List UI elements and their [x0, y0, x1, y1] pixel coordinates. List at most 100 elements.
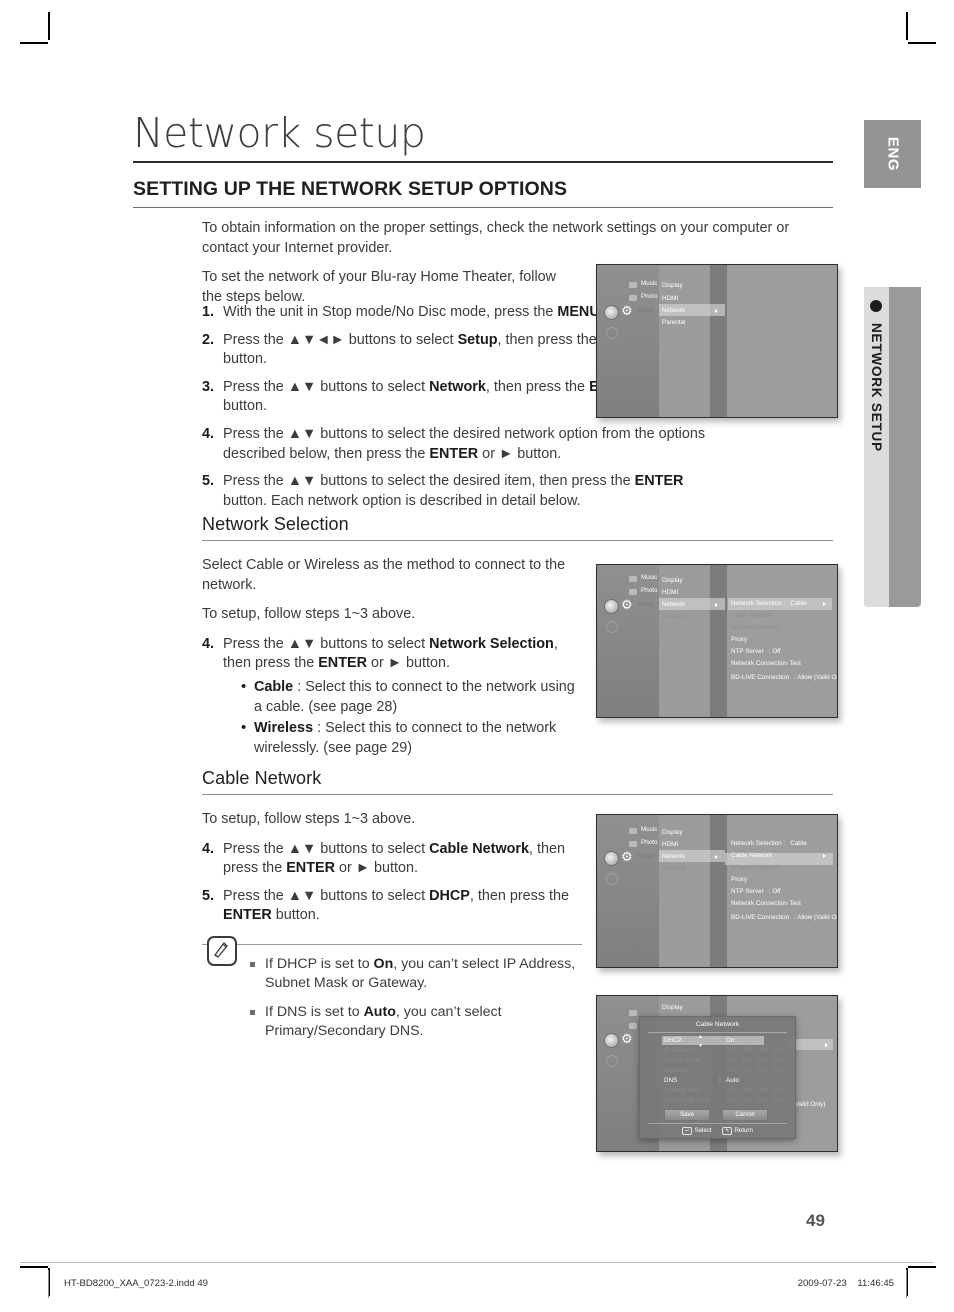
shot3-mid-item-network[interactable]: Network	[662, 853, 685, 860]
menu-item-6[interactable]: BD-LIVE Connection: Allow (Valid Only)	[731, 914, 837, 921]
menu-item-label: Network Selection :	[731, 840, 786, 847]
menu-item-label: Cable Network	[731, 852, 773, 859]
scroll-up-arrow-icon[interactable]: ▲	[698, 1034, 703, 1040]
menu-item-1[interactable]: Cable Network	[731, 852, 772, 859]
shot2-mid-item-display[interactable]: Display	[662, 577, 683, 584]
menu-item-0[interactable]: Network Selection : Cable	[731, 600, 807, 607]
cable-network-text: To setup, follow steps 1~3 above. 4. Pres…	[202, 810, 574, 934]
dialog-row-colon: :	[719, 1077, 721, 1084]
step-number: 2.	[202, 331, 215, 348]
crop-mark-top-right-horizontal	[908, 42, 936, 44]
step-text: Press the ▲▼ buttons to select DHCP, the…	[223, 887, 570, 924]
menu-item-label: Wireless Network	[731, 864, 780, 871]
shot2-mid-item-network[interactable]: Network	[662, 601, 685, 608]
shot2-mid-panel	[659, 565, 710, 717]
gear-icon: ⚙	[621, 597, 633, 612]
network-selection-paragraph-2: To setup, follow steps 1~3 above.	[202, 606, 416, 623]
menu-item-1[interactable]: Cable Network	[731, 612, 772, 619]
shot2-left-item-setup[interactable]: Setup	[637, 601, 653, 608]
cable-network-divider	[202, 794, 833, 796]
return-key-icon: ↰	[721, 1127, 733, 1135]
note-box: If DHCP is set to On, you can’t select I…	[202, 936, 582, 1058]
globe-icon	[606, 621, 618, 633]
shot2-mid-item-parental[interactable]: Parental	[662, 613, 685, 620]
shot1-mid-item-network[interactable]: Network	[662, 307, 685, 314]
shot3-mid-panel	[659, 815, 710, 967]
shot1-mid-item-parental[interactable]: Parental	[662, 319, 685, 326]
music-note-icon	[629, 576, 637, 582]
cable-network-heading-block: Cable Network	[202, 768, 833, 796]
menu-item-2[interactable]: Wireless Network	[731, 624, 780, 631]
menu-item-3[interactable]: Proxy	[731, 636, 747, 643]
network-selection-divider	[202, 540, 833, 542]
menu-item-label: BD-LIVE Connection	[731, 914, 790, 921]
shot3-left-item-photo[interactable]: Photo	[641, 839, 657, 846]
gear-icon: ⚙	[621, 1031, 633, 1046]
menu-item-2[interactable]: Wireless Network	[731, 864, 780, 871]
shot1-mid-item-hdmi[interactable]: HDMI	[662, 295, 678, 302]
dialog-row-colon: :	[719, 1067, 721, 1074]
cable-network-paragraph-1: To setup, follow steps 1~3 above.	[202, 811, 416, 827]
note-item-list: If DHCP is set to On, you can’t select I…	[202, 955, 582, 1042]
bullet-dot-icon	[870, 300, 882, 312]
dialog-title: Cable Network	[695, 1021, 740, 1028]
shot2-left-item-music[interactable]: Music	[641, 574, 657, 581]
screenshot-network-selection: Music Photo ⚙ Setup Display HDMI Network…	[596, 564, 838, 718]
photo-icon	[629, 1023, 637, 1029]
crop-mark-top-right-vertical	[906, 12, 908, 40]
crop-mark-top-left-vertical	[48, 12, 50, 40]
shot2-left-item-photo[interactable]: Photo	[641, 587, 657, 594]
music-note-icon	[629, 282, 637, 288]
photo-icon	[629, 589, 637, 595]
menu-item-label: Wireless Network	[731, 624, 780, 631]
shot1-gap-panel	[709, 265, 727, 417]
shot3-mid-item-hdmi[interactable]: HDMI	[662, 841, 678, 848]
footer-timestamp: 2009-07-23 11:46:45	[798, 1278, 894, 1289]
shot2-mid-item-hdmi[interactable]: HDMI	[662, 589, 678, 596]
note-divider	[202, 944, 582, 945]
scroll-down-arrow-icon[interactable]: ▼	[698, 1043, 703, 1049]
note-item: If DHCP is set to On, you can’t select I…	[250, 955, 582, 994]
shot1-left-item-music[interactable]: Music	[641, 280, 657, 287]
step-number: 5.	[202, 473, 215, 490]
menu-item-label: Network Selection :	[731, 600, 786, 607]
chevron-right-icon	[715, 309, 718, 313]
crop-mark-bottom-left-horizontal	[20, 1266, 48, 1268]
section-divider	[133, 207, 833, 209]
disc-icon	[604, 599, 619, 614]
dialog-row-value: 000 . 000 . 000 . 000	[726, 1047, 784, 1054]
shot4-mid-item-display[interactable]: Display	[662, 1004, 683, 1011]
menu-item-0[interactable]: Network Selection : Cable	[731, 840, 807, 847]
shot1-mid-item-display[interactable]: Display	[662, 282, 683, 289]
menu-item-label: Cable Network	[731, 612, 773, 619]
menu-item-4[interactable]: NTP Server: Off	[731, 648, 781, 655]
dialog-row-value: 000 . 000 . 000 . 000	[726, 1097, 784, 1104]
dialog-row-value: On	[726, 1037, 735, 1044]
shot3-mid-item-parental[interactable]: Parental	[662, 865, 685, 872]
menu-item-3[interactable]: Proxy	[731, 876, 747, 883]
title-divider	[133, 161, 833, 163]
gear-icon: ⚙	[621, 303, 633, 318]
menu-item-label: Proxy	[731, 876, 748, 883]
menu-item-6[interactable]: BD-LIVE Connection: Allow (Valid Only)	[731, 674, 837, 681]
shot1-left-item-setup[interactable]: Setup	[637, 307, 653, 314]
dialog-footer-hints: ↵ Select ↰ Return	[640, 1127, 795, 1135]
intro-paragraph-1: To obtain information on the proper sett…	[202, 220, 790, 256]
cancel-button[interactable]: Cancel	[722, 1109, 768, 1121]
dialog-row-value: 255 . 255 . 255 . 000	[726, 1057, 784, 1064]
disc-icon	[604, 305, 619, 320]
shot3-left-item-music[interactable]: Music	[641, 826, 657, 833]
return-hint-label: Return	[734, 1127, 753, 1134]
save-button[interactable]: Save	[664, 1109, 710, 1121]
shot3-mid-item-display[interactable]: Display	[662, 829, 683, 836]
chapter-side-tab-inner: NETWORK SETUP	[864, 287, 889, 607]
menu-item-5[interactable]: Network Connection Test	[731, 900, 801, 907]
step-number: 4.	[202, 635, 215, 652]
shot3-left-item-setup[interactable]: Setup	[637, 853, 653, 860]
shot4-left-item-music[interactable]: Music	[641, 1008, 657, 1015]
step-text: With the unit in Stop mode/No Disc mode,…	[223, 304, 648, 320]
menu-item-5[interactable]: Network Connection Test	[731, 660, 801, 667]
shot1-right-panel	[726, 265, 837, 417]
shot1-left-item-photo[interactable]: Photo	[641, 293, 657, 300]
menu-item-4[interactable]: NTP Server: Off	[731, 888, 781, 895]
